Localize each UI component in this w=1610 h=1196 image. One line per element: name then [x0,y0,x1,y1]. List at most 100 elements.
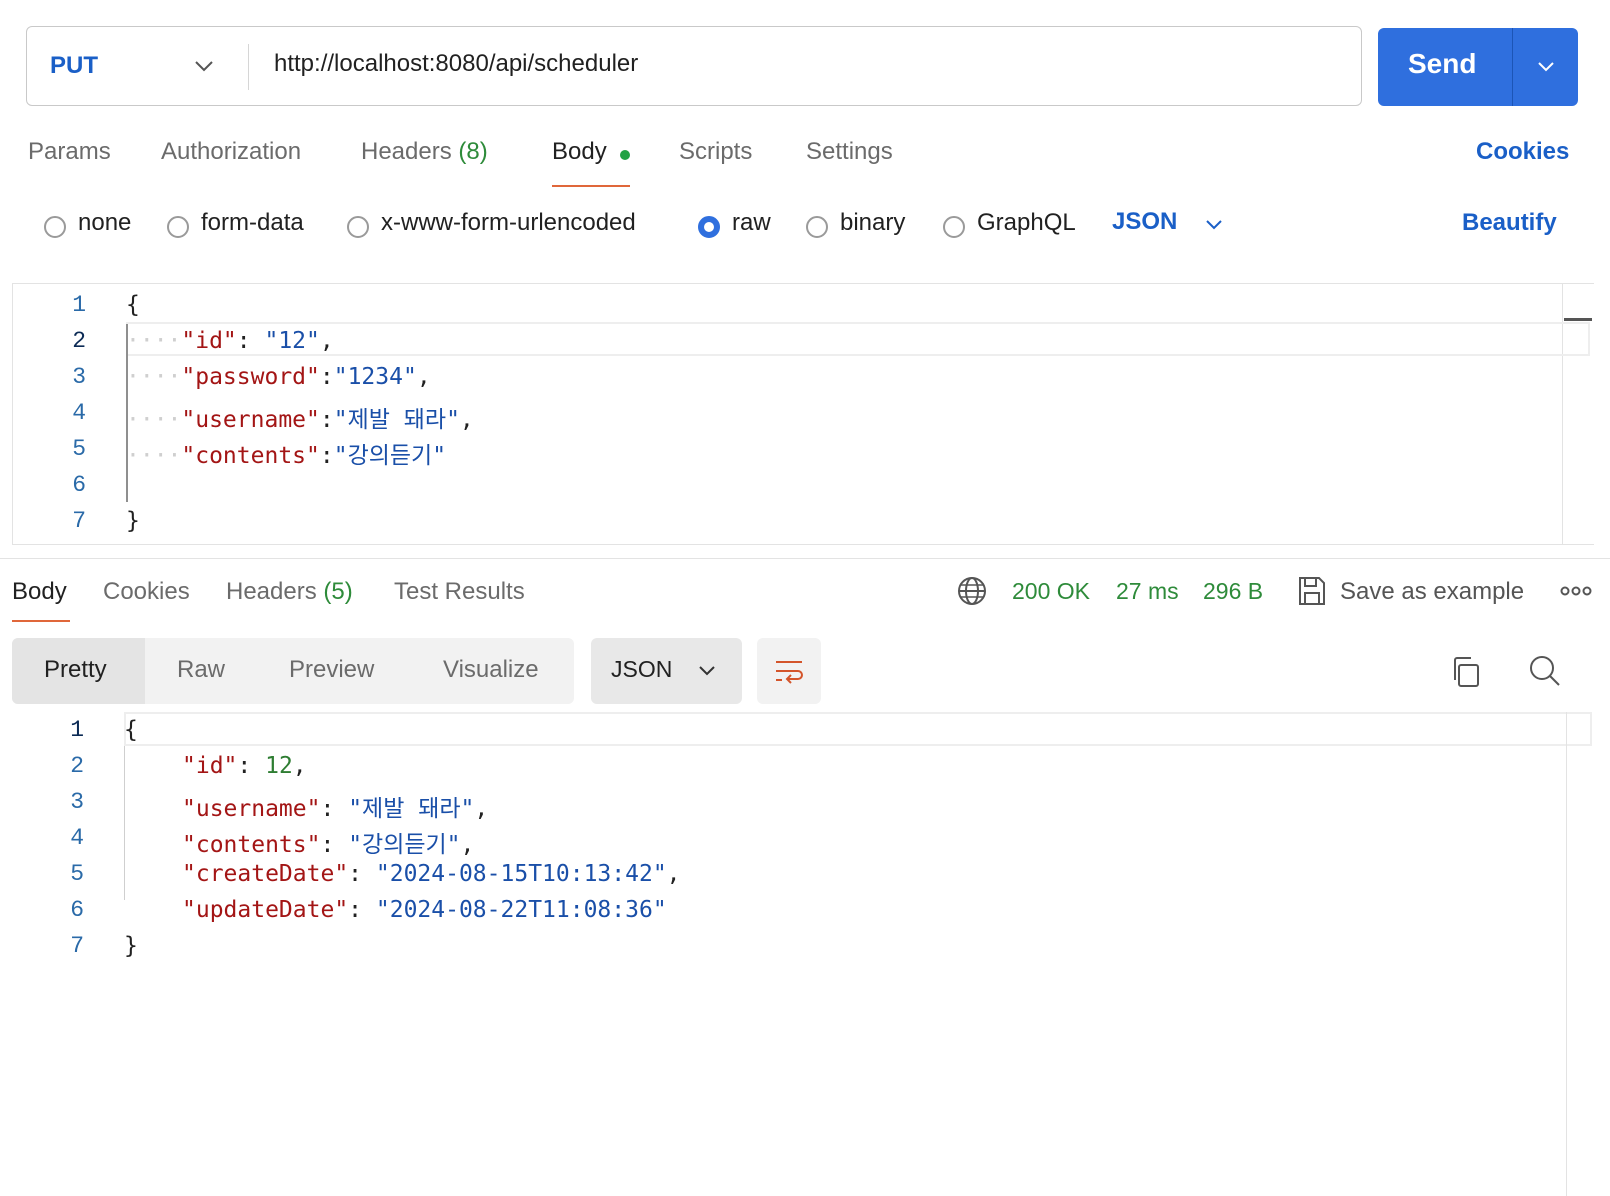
send-button-label[interactable]: Send [1408,48,1476,80]
save-as-example-button[interactable]: Save as example [1340,578,1524,606]
code-line: { [126,292,140,318]
chevron-down-icon[interactable] [1203,216,1225,234]
tab-body[interactable]: Body [552,138,607,166]
method-select[interactable]: PUT [50,52,98,80]
chevron-down-icon[interactable] [192,56,216,76]
save-icon[interactable] [1297,575,1327,607]
cookies-link[interactable]: Cookies [1476,138,1569,166]
radio-graphql-label[interactable]: GraphQL [977,209,1076,237]
view-raw[interactable]: Raw [177,656,225,684]
radio-raw-label[interactable]: raw [732,209,771,237]
radio-form-data-label[interactable]: form-data [201,209,304,237]
url-bar [26,26,1362,106]
json-comma: , [416,364,431,390]
radio-urlencoded[interactable] [347,216,369,238]
line-number: 5 [70,861,84,887]
line-number: 4 [72,400,86,426]
radio-none-label[interactable]: none [78,209,131,237]
json-key: "password" [181,364,320,390]
current-line-highlight [124,712,1592,746]
response-format-label[interactable]: JSON [611,656,672,683]
copy-icon[interactable] [1450,655,1482,689]
json-comma: , [474,796,489,822]
active-tab-indicator [12,620,70,622]
editor-scrollbar[interactable] [1564,318,1592,321]
response-tab-test-results[interactable]: Test Results [394,578,525,606]
brace: { [124,717,138,743]
url-input[interactable]: http://localhost:8080/api/scheduler [274,50,638,78]
radio-form-data[interactable] [167,216,189,238]
json-sep: : [319,364,334,390]
response-size[interactable]: 296 B [1203,578,1263,605]
code-line: "id": 12, [182,753,307,779]
code-line: } [124,933,138,959]
body-modified-dot [620,150,630,160]
json-key: "username" [182,796,321,822]
json-value: "제발 돼라" [348,796,475,822]
json-key: "username" [181,407,320,433]
json-key: "id" [182,753,238,779]
indent-guide [124,746,125,900]
chevron-down-icon[interactable] [696,662,718,680]
json-comma: , [666,861,681,887]
chevron-down-icon[interactable] [1535,58,1557,76]
response-tab-headers[interactable]: Headers (5) [226,578,353,606]
json-value: "1234" [333,364,417,390]
code-line: { [124,717,138,743]
tab-headers-count: (8) [458,138,488,165]
more-horizontal-icon[interactable] [1560,585,1592,597]
line-number: 2 [70,753,84,779]
current-line-highlight [126,322,1590,356]
response-tab-cookies[interactable]: Cookies [103,578,190,606]
response-tab-body[interactable]: Body [12,578,67,606]
json-key: "id" [181,328,237,354]
code-line: "createDate": "2024-08-15T10:13:42", [182,861,681,887]
line-number: 4 [70,825,84,851]
code-line: ····"id": "12", [126,328,334,354]
radio-binary-label[interactable]: binary [840,209,905,237]
line-number: 7 [70,933,84,959]
json-sep: : [319,407,334,433]
tab-headers[interactable]: Headers (8) [361,138,488,166]
json-value: 12 [265,753,293,779]
brace: { [126,292,140,318]
radio-raw[interactable] [698,216,720,238]
globe-icon[interactable] [956,575,988,607]
view-preview[interactable]: Preview [289,656,374,684]
code-line: } [126,508,140,534]
view-pretty[interactable]: Pretty [44,656,107,684]
panel-divider[interactable] [0,558,1610,559]
status-code[interactable]: 200 OK [1012,578,1090,605]
json-value: "12" [264,328,320,354]
line-number: 2 [72,328,86,354]
tab-authorization[interactable]: Authorization [161,138,301,166]
line-number: 6 [72,472,86,498]
radio-urlencoded-label[interactable]: x-www-form-urlencoded [381,209,636,237]
json-sep: : [319,443,334,469]
json-value: "2024-08-22T11:08:36" [375,897,667,923]
wrap-lines-icon[interactable] [772,654,806,688]
tab-settings[interactable]: Settings [806,138,893,166]
radio-none[interactable] [44,216,66,238]
tab-scripts[interactable]: Scripts [679,138,752,166]
radio-graphql[interactable] [943,216,965,238]
code-line: ····"username":"제발 돼라", [126,407,474,433]
beautify-button[interactable]: Beautify [1462,209,1557,237]
line-number: 6 [70,897,84,923]
json-comma: , [459,407,474,433]
url-divider [248,44,249,90]
json-value: "2024-08-15T10:13:42" [375,861,667,887]
tab-params[interactable]: Params [28,138,111,166]
code-line: "contents": "강의듣기", [182,832,475,858]
line-number: 7 [72,508,86,534]
radio-binary[interactable] [806,216,828,238]
search-icon[interactable] [1528,654,1562,688]
view-visualize[interactable]: Visualize [443,656,539,684]
json-key: "contents" [182,832,321,858]
editor-scroll-track [1566,712,1567,1196]
response-time[interactable]: 27 ms [1116,578,1179,605]
json-value: "제발 돼라" [333,407,460,433]
code-line: "updateDate": "2024-08-22T11:08:36" [182,897,667,923]
line-number: 3 [72,364,86,390]
body-format-select[interactable]: JSON [1112,208,1177,236]
